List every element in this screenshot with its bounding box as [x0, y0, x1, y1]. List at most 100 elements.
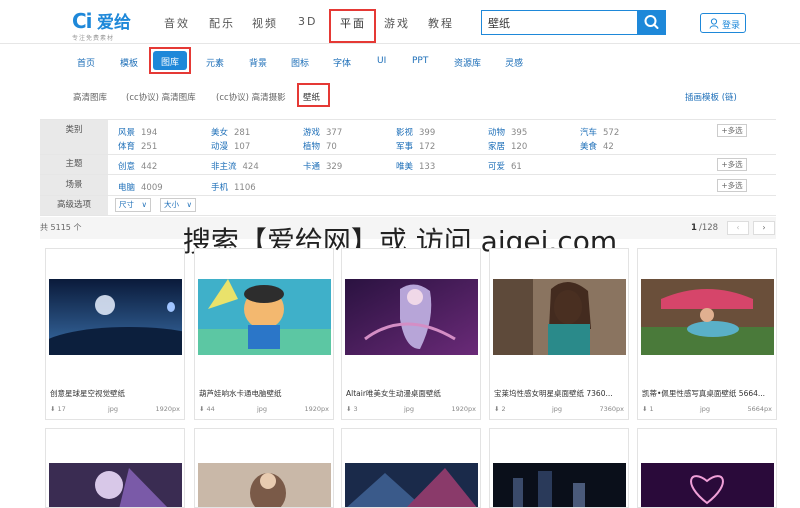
file-format: jpg	[552, 405, 563, 413]
download-icon: ⬇	[50, 405, 58, 413]
subnav-home[interactable]: 首页	[77, 56, 95, 69]
wallpaper-card[interactable]: Altair唯美女生动漫桌面壁纸 ⬇ 3 jpg 1920px	[341, 248, 481, 420]
filesize-select[interactable]: 大小 ∨	[160, 198, 196, 212]
subnav-fonts[interactable]: 字体	[333, 56, 351, 69]
download-count: ⬇ 2	[494, 405, 506, 413]
filter-option-plants[interactable]: 植物 70	[303, 140, 337, 152]
filter-option-animals[interactable]: 动物 395	[488, 126, 527, 138]
wallpaper-title[interactable]: 凯蒂•佩里性感写真桌面壁纸 5664...	[642, 388, 774, 399]
filter-divider	[40, 154, 776, 155]
wallpaper-title[interactable]: 葫芦娃响水卡通电脑壁纸	[199, 388, 331, 399]
wallpaper-card[interactable]	[637, 428, 777, 508]
wallpaper-thumbnail[interactable]	[198, 463, 331, 507]
filter-option-anime[interactable]: 动漫 107	[211, 140, 250, 152]
search-button[interactable]	[637, 10, 666, 35]
site-logo[interactable]: Ci 爱给 专注免费素材	[72, 6, 152, 42]
filter-divider	[40, 195, 776, 196]
wallpaper-thumbnail[interactable]	[493, 463, 626, 507]
wallpaper-thumbnail[interactable]	[49, 463, 182, 507]
wallpaper-title[interactable]: 创意星球星空视觉壁纸	[50, 388, 182, 399]
wallpaper-thumbnail[interactable]	[198, 279, 331, 355]
top-nav-music[interactable]: 配乐	[209, 15, 235, 31]
top-nav-tutorials[interactable]: 教程	[428, 15, 454, 31]
filter-option-phone[interactable]: 手机 1106	[211, 181, 256, 193]
filter-label-scene: 场景	[40, 175, 108, 195]
subnav-elements[interactable]: 元素	[206, 56, 224, 69]
subnav-resource-library[interactable]: 资源库	[454, 56, 481, 69]
search-field[interactable]	[481, 10, 638, 35]
category-multi-select-button[interactable]: +多选	[717, 124, 747, 137]
gallery-tab-hd[interactable]: 高清图库	[73, 91, 107, 103]
subnav-ppt[interactable]: PPT	[412, 56, 428, 66]
filter-option-home[interactable]: 家居 120	[488, 140, 527, 152]
filter-option-computer[interactable]: 电脑 4009	[118, 181, 163, 193]
user-icon	[709, 18, 719, 29]
wallpaper-card[interactable]: 宝莱坞性感女明星桌面壁纸 7360... ⬇ 2 jpg 7360px	[489, 248, 629, 420]
wallpaper-card[interactable]	[489, 428, 629, 508]
wallpaper-title[interactable]: Altair唯美女生动漫桌面壁纸	[346, 388, 478, 399]
wallpaper-thumbnail[interactable]	[641, 463, 774, 507]
subnav-ui[interactable]: UI	[377, 56, 386, 66]
filter-divider	[40, 215, 776, 216]
filter-option-food[interactable]: 美食 42	[580, 140, 614, 152]
subnav-templates[interactable]: 模板	[120, 56, 138, 69]
wallpaper-thumbnail[interactable]	[49, 279, 182, 355]
wallpaper-thumbnail[interactable]	[345, 279, 478, 355]
filter-option-film[interactable]: 影视 399	[396, 126, 435, 138]
login-button[interactable]: 登录	[700, 13, 746, 33]
wallpaper-card[interactable]: 凯蒂•佩里性感写真桌面壁纸 5664... ⬇ 1 jpg 5664px	[637, 248, 777, 420]
search-input[interactable]	[482, 11, 638, 34]
wallpaper-thumbnail[interactable]	[345, 463, 478, 507]
filter-option-beauty[interactable]: 美女 281	[211, 126, 250, 138]
top-nav-sound-effects[interactable]: 音效	[164, 15, 190, 31]
top-nav-3d[interactable]: 3D	[298, 15, 317, 28]
wallpaper-card[interactable]: 创意星球星空视觉壁纸 ⬇ 17 jpg 1920px	[45, 248, 185, 420]
illustration-templates-link[interactable]: 插画模板 (链)	[685, 91, 737, 103]
filter-option-alternative[interactable]: 非主流 424	[211, 160, 259, 172]
subnav-backgrounds[interactable]: 背景	[249, 56, 267, 69]
wallpaper-thumbnail[interactable]	[493, 279, 626, 355]
logo-mark: Ci	[72, 9, 93, 33]
subnav-icons[interactable]: 图标	[291, 56, 309, 69]
wallpaper-title[interactable]: 宝莱坞性感女明星桌面壁纸 7360...	[494, 388, 626, 399]
filter-option-cute[interactable]: 可爱 61	[488, 160, 522, 172]
subnav-inspiration[interactable]: 灵感	[505, 56, 523, 69]
gallery-tab-cc-photo[interactable]: (cc协议) 高清摄影	[216, 91, 286, 103]
file-format: jpg	[700, 405, 711, 413]
wallpaper-card[interactable]	[194, 428, 334, 508]
download-count: ⬇ 3	[346, 405, 358, 413]
file-format: jpg	[404, 405, 415, 413]
wallpaper-card[interactable]	[45, 428, 185, 508]
highlight-box-gallery	[149, 47, 191, 74]
wallpaper-card[interactable]: 葫芦娃响水卡通电脑壁纸 ⬇ 44 jpg 1920px	[194, 248, 334, 420]
filter-option-aesthetic[interactable]: 唯美 133	[396, 160, 435, 172]
wallpaper-thumbnail[interactable]	[641, 279, 774, 355]
image-size: 5664px	[747, 405, 772, 413]
theme-multi-select-button[interactable]: +多选	[717, 158, 747, 171]
scene-multi-select-button[interactable]: +多选	[717, 179, 747, 192]
top-nav-video[interactable]: 视频	[252, 15, 278, 31]
filter-option-sports[interactable]: 体育 251	[118, 140, 157, 152]
filter-label-category: 类别	[40, 120, 108, 154]
filter-option-scenery[interactable]: 风景 194	[118, 126, 157, 138]
filter-label-advanced: 高级选项	[40, 196, 108, 215]
filter-option-military[interactable]: 军事 172	[396, 140, 435, 152]
filter-option-cars[interactable]: 汽车 572	[580, 126, 619, 138]
logo-tagline: 专注免费素材	[72, 35, 115, 42]
dimension-select[interactable]: 尺寸 ∨	[115, 198, 151, 212]
download-icon: ⬇	[494, 405, 502, 413]
download-icon: ⬇	[642, 405, 650, 413]
filter-option-creative[interactable]: 创意 442	[118, 160, 157, 172]
top-nav-games[interactable]: 游戏	[384, 15, 410, 31]
chevron-down-icon: ∨	[141, 200, 148, 209]
download-count: ⬇ 44	[199, 405, 215, 413]
file-format: jpg	[108, 405, 119, 413]
gallery-tab-cc-hd[interactable]: (cc协议) 高清图库	[126, 91, 196, 103]
highlight-box-graphics	[329, 9, 376, 43]
filter-option-games[interactable]: 游戏 377	[303, 126, 342, 138]
filter-option-cartoon[interactable]: 卡通 329	[303, 160, 342, 172]
image-size: 7360px	[599, 405, 624, 413]
download-icon: ⬇	[346, 405, 354, 413]
login-label: 登录	[722, 21, 741, 31]
wallpaper-card[interactable]	[341, 428, 481, 508]
